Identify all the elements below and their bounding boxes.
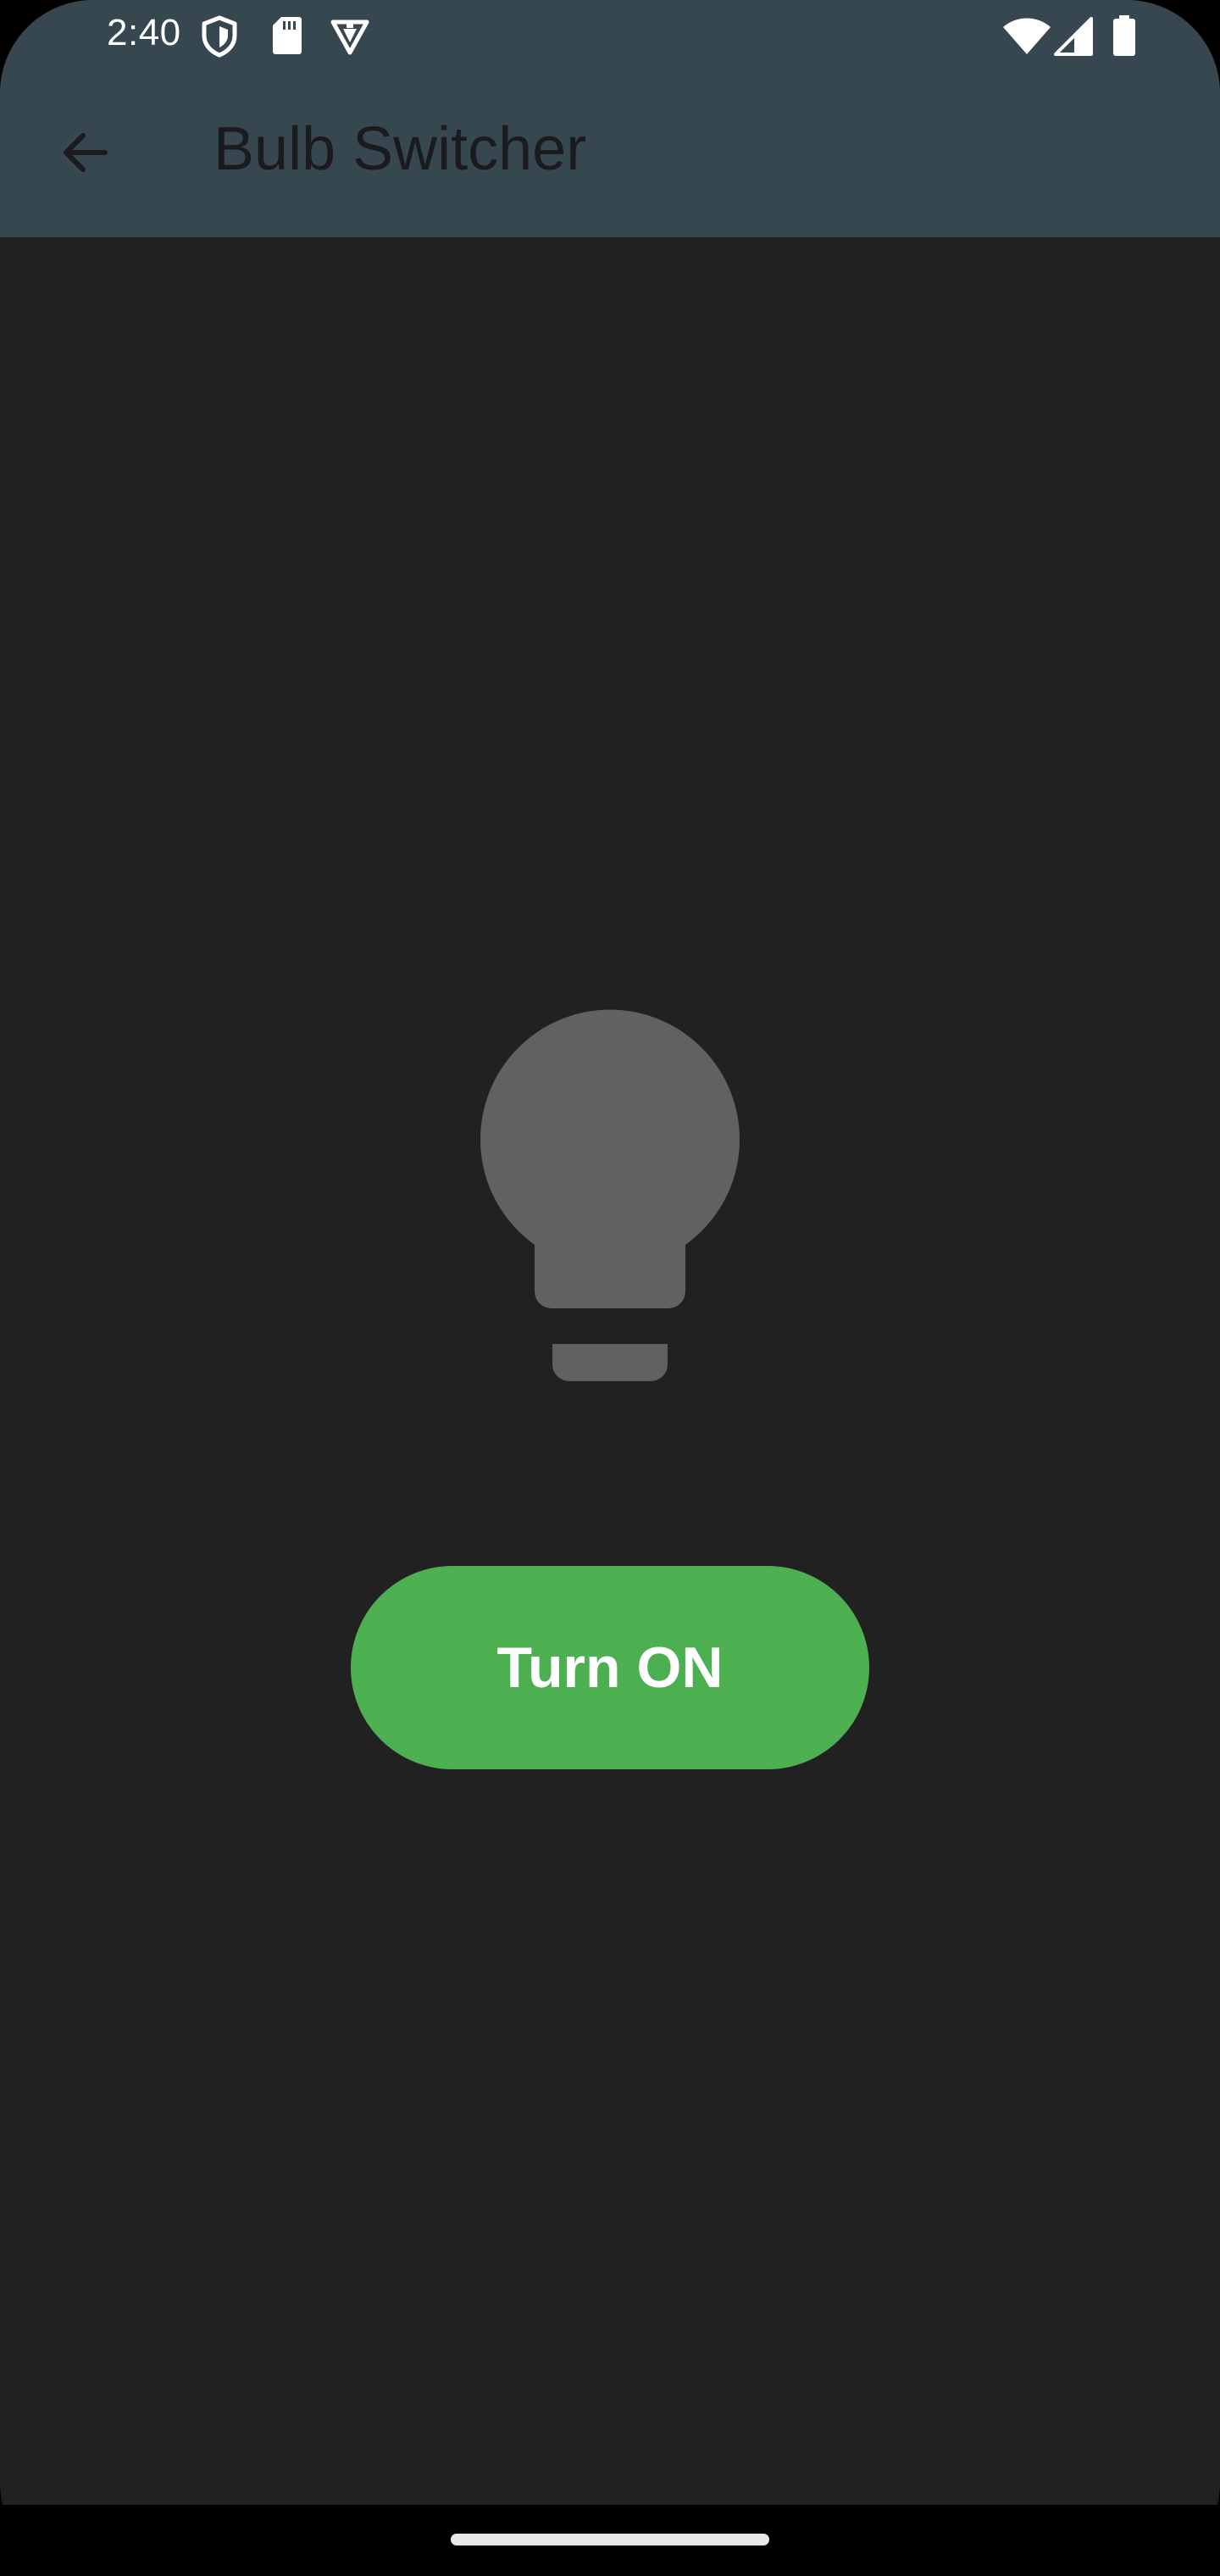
back-button[interactable] <box>44 112 125 193</box>
status-bar: 2:40 <box>0 0 1220 73</box>
top-bar: 2:40 Bulb Switcher <box>0 0 1220 237</box>
gesture-nav-bar <box>0 2505 1220 2576</box>
status-time: 2:40 <box>107 12 181 53</box>
battery-icon <box>1112 15 1137 58</box>
app-bar: Bulb Switcher <box>0 73 1220 237</box>
sd-card-icon <box>271 15 303 58</box>
shield-icon <box>200 15 239 58</box>
home-handle[interactable] <box>451 2534 769 2545</box>
vpn-badge-icon <box>329 15 371 58</box>
wifi-icon <box>1001 17 1052 59</box>
arrow-back-icon <box>58 125 112 180</box>
page-title: Bulb Switcher <box>214 115 587 183</box>
app-screen: 2:40 Bulb Switcher Turn ON <box>0 0 1220 2576</box>
lightbulb-icon <box>474 1005 746 1383</box>
cell-signal-icon <box>1054 17 1093 59</box>
turn-on-button[interactable]: Turn ON <box>351 1566 869 1769</box>
